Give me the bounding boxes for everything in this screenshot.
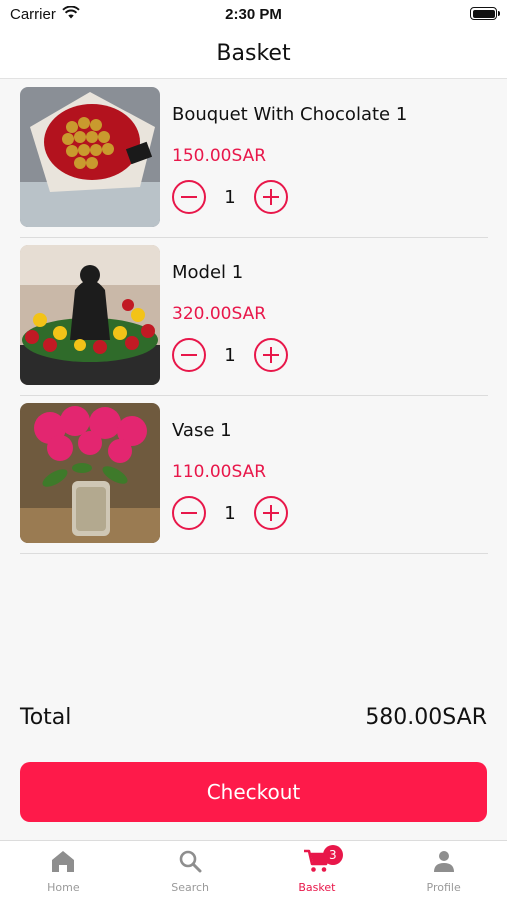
status-time: 2:30 PM	[225, 6, 282, 23]
quantity-stepper: 1	[172, 180, 288, 214]
tab-label: Profile	[426, 881, 461, 894]
nav-header: Basket	[0, 28, 507, 79]
minus-icon	[181, 511, 197, 515]
tab-search[interactable]: Search	[127, 841, 254, 900]
basket-list: Bouquet With Chocolate 1 150.00SAR 1 Mod…	[20, 80, 488, 554]
minus-icon	[181, 195, 197, 199]
decrease-quantity-button[interactable]	[172, 338, 206, 372]
tab-home[interactable]: Home	[0, 841, 127, 900]
tab-bar: Home Search 3 Basket Profile	[0, 840, 507, 900]
search-icon	[178, 849, 202, 877]
item-price: 150.00SAR	[172, 146, 267, 166]
checkout-button[interactable]: Checkout	[20, 762, 487, 822]
product-image	[20, 403, 160, 543]
tab-profile[interactable]: Profile	[380, 841, 507, 900]
quantity-value: 1	[224, 344, 236, 366]
decrease-quantity-button[interactable]	[172, 180, 206, 214]
total-row: Total 580.00SAR	[20, 705, 487, 730]
total-label: Total	[20, 705, 72, 730]
tab-label: Search	[171, 881, 210, 894]
product-image	[20, 245, 160, 385]
basket-item: Model 1 320.00SAR 1	[20, 238, 488, 396]
quantity-value: 1	[224, 186, 236, 208]
item-name: Vase 1	[172, 420, 232, 441]
item-price: 110.00SAR	[172, 462, 267, 482]
tab-label: Home	[47, 881, 80, 894]
item-name: Model 1	[172, 262, 244, 283]
increase-quantity-button[interactable]	[254, 180, 288, 214]
basket-item: Vase 1 110.00SAR 1	[20, 396, 488, 554]
cart-count-badge: 3	[322, 845, 343, 865]
product-image	[20, 87, 160, 227]
decrease-quantity-button[interactable]	[172, 496, 206, 530]
increase-quantity-button[interactable]	[254, 338, 288, 372]
minus-icon	[181, 353, 197, 357]
quantity-stepper: 1	[172, 496, 288, 530]
home-icon	[50, 849, 76, 877]
basket-item: Bouquet With Chocolate 1 150.00SAR 1	[20, 80, 488, 238]
tab-label: Basket	[298, 881, 336, 894]
status-bar: Carrier 2:30 PM	[0, 0, 507, 28]
total-value: 580.00SAR	[365, 705, 487, 730]
tab-basket[interactable]: 3 Basket	[254, 841, 381, 900]
person-icon	[432, 849, 456, 877]
item-price: 320.00SAR	[172, 304, 267, 324]
battery-icon	[470, 7, 500, 20]
item-name: Bouquet With Chocolate 1	[172, 104, 408, 125]
quantity-stepper: 1	[172, 338, 288, 372]
page-title: Basket	[216, 40, 291, 66]
increase-quantity-button[interactable]	[254, 496, 288, 530]
quantity-value: 1	[224, 502, 236, 524]
